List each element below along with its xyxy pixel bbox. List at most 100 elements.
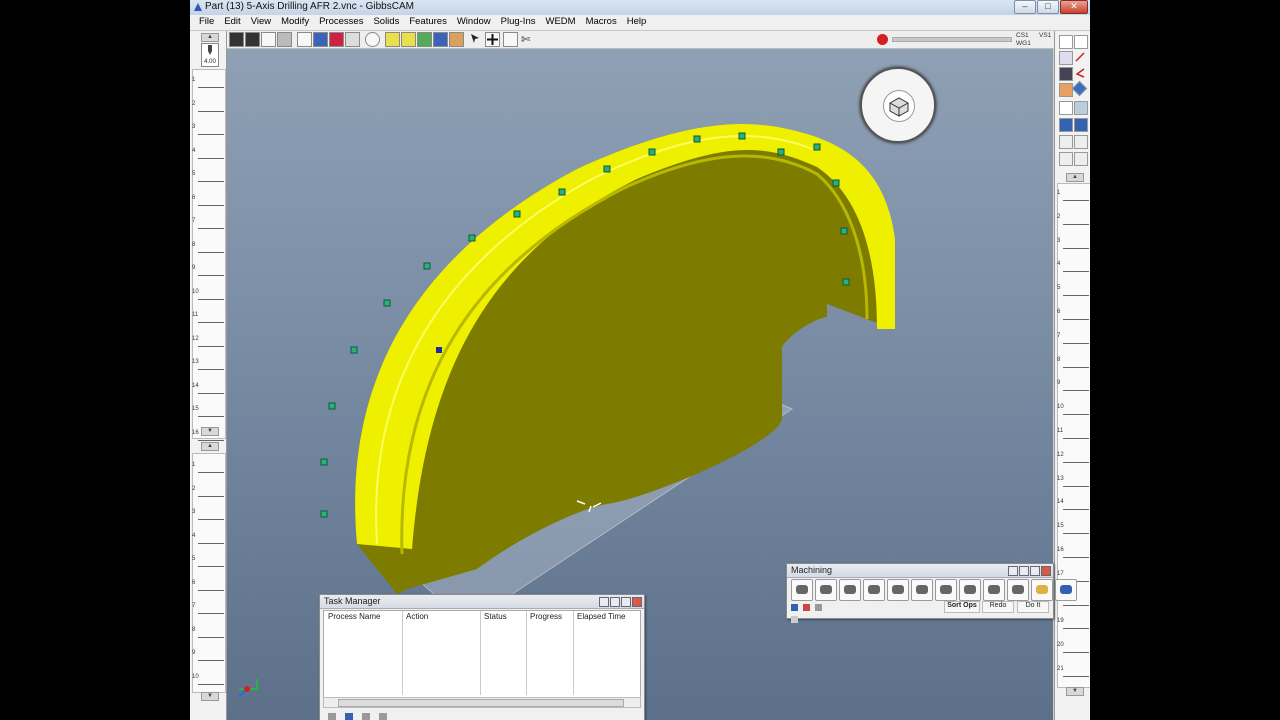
do-it-button[interactable]: Do It	[1017, 601, 1049, 613]
grid-icon[interactable]	[297, 32, 312, 47]
right-ruler-scroll-down[interactable]: ▼	[1066, 687, 1084, 696]
tool-icon[interactable]	[1059, 67, 1073, 81]
profile-icon[interactable]	[839, 579, 861, 601]
expand-icon[interactable]	[791, 616, 798, 623]
pin-icon[interactable]	[1019, 566, 1029, 576]
menu-window[interactable]: Window	[452, 15, 496, 30]
drill-point-marker[interactable]	[423, 262, 431, 270]
menu-macros[interactable]: Macros	[581, 15, 622, 30]
text-icon[interactable]	[1059, 152, 1073, 166]
shaded-view-icon[interactable]	[229, 32, 244, 47]
process-list-strip[interactable]	[192, 453, 226, 693]
drill-point-marker[interactable]	[468, 234, 476, 242]
zoom-window-icon[interactable]	[503, 32, 518, 47]
pointer-icon[interactable]	[469, 32, 482, 45]
right-ruler-scroll-up[interactable]: ▲	[1066, 173, 1084, 182]
machining-titlebar[interactable]: Machining	[787, 564, 1053, 578]
drill-icon[interactable]	[887, 579, 909, 601]
play-icon[interactable]	[328, 713, 336, 720]
workgroup-icon[interactable]	[433, 32, 448, 47]
pocket-icon[interactable]	[863, 579, 885, 601]
drill-point-marker[interactable]	[558, 188, 566, 196]
color-icon[interactable]	[329, 32, 344, 47]
minimize-icon[interactable]	[621, 597, 631, 607]
menu-modify[interactable]: Modify	[276, 15, 314, 30]
operation-icon[interactable]	[1074, 118, 1088, 132]
column-progress[interactable]: Progress	[530, 612, 562, 621]
maximize-button[interactable]: □	[1037, 0, 1059, 14]
close-icon[interactable]	[1041, 566, 1051, 576]
drill-point-marker[interactable]	[328, 402, 336, 410]
column-process-name[interactable]: Process Name	[328, 612, 380, 621]
tool-slot[interactable]: 4.00	[201, 43, 219, 67]
menu-solids[interactable]: Solids	[368, 15, 404, 30]
restore-icon[interactable]	[599, 597, 609, 607]
surface-icon[interactable]	[1031, 579, 1053, 601]
wireframe-icon[interactable]	[261, 32, 276, 47]
new-doc-icon[interactable]	[1059, 35, 1073, 49]
material-icon[interactable]	[449, 32, 464, 47]
stock-icon[interactable]	[401, 32, 416, 47]
template-icon[interactable]	[815, 604, 823, 611]
ruler2-scroll-up[interactable]: ▲	[201, 442, 219, 451]
drill-point-marker[interactable]	[842, 278, 850, 286]
select-icon[interactable]	[1059, 51, 1073, 65]
redo-button[interactable]: Redo	[982, 601, 1014, 613]
move-icon[interactable]	[485, 32, 500, 47]
axis-icon[interactable]	[313, 32, 328, 47]
horizontal-scrollbar[interactable]	[323, 697, 641, 708]
column-elapsed-time[interactable]: Elapsed Time	[577, 612, 625, 621]
angle-red-icon[interactable]	[1074, 67, 1086, 79]
clear-icon[interactable]	[379, 713, 388, 720]
scrollbar-thumb[interactable]	[338, 699, 624, 707]
hole-pattern-icon[interactable]	[791, 579, 813, 601]
machine-icon[interactable]	[1074, 101, 1088, 115]
lathe-icon[interactable]	[983, 579, 1005, 601]
view-cube-navigator[interactable]	[860, 67, 936, 143]
right-ruler-strip[interactable]	[1057, 183, 1090, 688]
process-icon[interactable]	[1059, 118, 1073, 132]
drill-point-marker[interactable]	[350, 346, 358, 354]
contour-icon[interactable]	[815, 579, 837, 601]
mill-icon[interactable]	[1007, 579, 1029, 601]
drill-point-marker[interactable]	[738, 132, 746, 140]
ruler-scroll-down[interactable]: ▼	[201, 427, 219, 436]
process-list-icon[interactable]	[791, 604, 798, 611]
eye-icon[interactable]	[1059, 101, 1073, 115]
menu-view[interactable]: View	[246, 15, 276, 30]
close-button[interactable]: ✕	[1060, 0, 1088, 14]
menu-file[interactable]: File	[194, 15, 219, 30]
minimize-icon[interactable]	[1030, 566, 1040, 576]
restore-icon[interactable]	[1008, 566, 1018, 576]
solid-view-icon[interactable]	[277, 32, 292, 47]
drill-point-marker[interactable]	[320, 510, 328, 518]
stock-tool-icon[interactable]	[1059, 83, 1073, 97]
drill-point-marker[interactable]	[383, 299, 391, 307]
minimize-button[interactable]: –	[1014, 0, 1036, 14]
thread-icon[interactable]	[959, 579, 981, 601]
dimension-icon[interactable]	[1074, 135, 1088, 149]
drill-point-marker[interactable]	[603, 165, 611, 173]
drill-point-marker[interactable]	[693, 135, 701, 143]
drill-point-marker[interactable]	[777, 148, 785, 156]
sphere-icon[interactable]	[365, 32, 380, 47]
drill-point-marker[interactable]	[832, 179, 840, 187]
line-red-icon[interactable]	[1074, 51, 1086, 63]
menu-features[interactable]: Features	[404, 15, 452, 30]
layer-icon[interactable]	[417, 32, 432, 47]
menu-plug-ins[interactable]: Plug-Ins	[496, 15, 541, 30]
drill-point-marker[interactable]	[813, 143, 821, 151]
task-manager-titlebar[interactable]: Task Manager	[320, 595, 644, 609]
sort-ops-button[interactable]: Sort Ops	[944, 601, 980, 613]
copy-icon[interactable]	[1074, 35, 1088, 49]
roughing-icon[interactable]	[911, 579, 933, 601]
task-list[interactable]	[323, 610, 641, 698]
diamond-icon[interactable]	[1071, 80, 1088, 97]
drill-point-marker[interactable]	[648, 148, 656, 156]
column-action[interactable]: Action	[406, 612, 428, 621]
fixture-icon[interactable]	[345, 32, 360, 47]
pin-icon[interactable]	[610, 597, 620, 607]
transform-icon[interactable]	[1074, 152, 1088, 166]
ruler-scroll-up[interactable]: ▲	[201, 33, 219, 42]
menu-edit[interactable]: Edit	[219, 15, 245, 30]
